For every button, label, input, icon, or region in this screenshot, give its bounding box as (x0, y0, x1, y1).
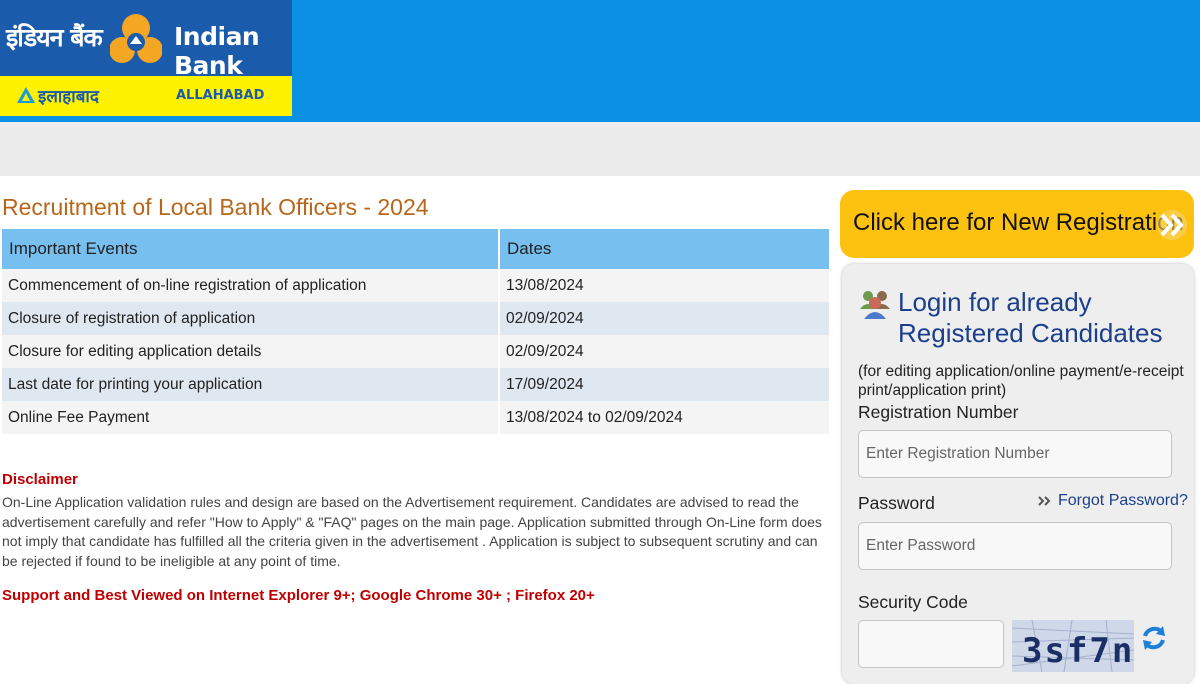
double-chevron-right-icon (1157, 210, 1187, 240)
logo-english-text: Indian Bank (174, 22, 260, 80)
registration-number-input[interactable] (858, 430, 1172, 478)
event-cell: Closure of registration of application (2, 302, 499, 335)
registration-number-label: Registration Number (858, 402, 1019, 422)
captcha-text: 3sf7n (1022, 631, 1134, 671)
table-row: Last date for printing your application … (2, 368, 829, 401)
important-events-table: Important Events Dates Commencement of o… (2, 229, 829, 434)
disclaimer-title: Disclaimer (2, 471, 78, 488)
password-label: Password (858, 493, 935, 513)
login-title: Login for already Registered Candidates (898, 287, 1163, 348)
table-row: Commencement of on-line registration of … (2, 269, 829, 302)
date-cell: 02/09/2024 (498, 335, 829, 368)
forgot-password-link[interactable]: Forgot Password? (1038, 492, 1188, 510)
login-panel: Login for already Registered Candidates … (842, 264, 1194, 684)
forgot-password-label: Forgot Password? (1058, 492, 1188, 509)
new-registration-label: Click here for New Registration (853, 209, 1184, 236)
date-cell: 13/08/2024 (498, 269, 829, 302)
date-cell: 17/09/2024 (498, 368, 829, 401)
login-note: (for editing application/online payment/… (858, 363, 1184, 399)
logo-hindi-text: इंडियन बैंक (6, 23, 103, 52)
refresh-icon[interactable] (1140, 624, 1168, 652)
column-header-events: Important Events (2, 229, 499, 269)
nav-bar (0, 122, 1200, 176)
date-cell: 13/08/2024 to 02/09/2024 (498, 401, 829, 434)
table-row: Closure for editing application details … (2, 335, 829, 368)
allahabad-triangle-icon (17, 87, 35, 103)
indian-bank-emblem-icon (110, 14, 162, 63)
event-cell: Commencement of on-line registration of … (2, 269, 499, 302)
event-cell: Last date for printing your application (2, 368, 499, 401)
security-code-label: Security Code (858, 592, 968, 612)
logo-allahabad-hindi: इलाहाबाद (38, 87, 99, 107)
date-cell: 02/09/2024 (498, 302, 829, 335)
column-header-dates: Dates (498, 229, 829, 269)
users-icon (860, 291, 890, 319)
table-header-row: Important Events Dates (2, 229, 829, 269)
security-code-input[interactable] (858, 620, 1004, 668)
page-title: Recruitment of Local Bank Officers - 202… (2, 194, 429, 220)
logo-bottom-band: इलाहाबाद ALLAHABAD (0, 76, 292, 116)
event-cell: Closure for editing application details (2, 335, 499, 368)
double-chevron-right-icon (1038, 496, 1051, 506)
disclaimer-text: On-Line Application validation rules and… (2, 494, 822, 569)
captcha-image: 3sf7n (1012, 620, 1134, 672)
table-row: Closure of registration of application 0… (2, 302, 829, 335)
browser-support-note: Support and Best Viewed on Internet Expl… (2, 587, 595, 604)
logo-allahabad-english: ALLAHABAD (176, 88, 265, 103)
table-row: Online Fee Payment 13/08/2024 to 02/09/2… (2, 401, 829, 434)
site-header: इंडियन बैंक Indian Bank इलाहाबाद ALLAHAB… (0, 0, 1200, 122)
indian-bank-logo[interactable]: इंडियन बैंक Indian Bank इलाहाबाद ALLAHAB… (0, 0, 292, 116)
password-input[interactable] (858, 522, 1172, 570)
event-cell: Online Fee Payment (2, 401, 499, 434)
new-registration-button[interactable]: Click here for New Registration (840, 190, 1194, 258)
logo-top-band: इंडियन बैंक Indian Bank (0, 0, 292, 80)
